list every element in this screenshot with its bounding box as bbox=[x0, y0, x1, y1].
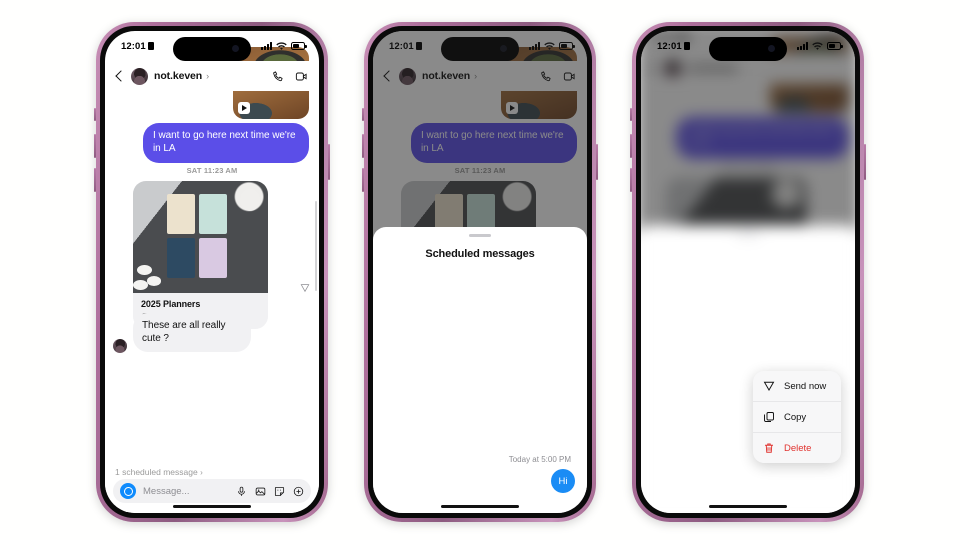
send-paper-plane-icon bbox=[763, 380, 775, 392]
context-menu: Send now Copy Delete bbox=[753, 371, 841, 463]
home-indicator bbox=[709, 504, 787, 508]
phone-1-screen: 12:01 not.keven › I want to go here next… bbox=[105, 31, 319, 513]
scheduled-message-bubble[interactable]: Hi bbox=[551, 469, 575, 493]
mute-switch[interactable] bbox=[362, 108, 364, 121]
link-preview-card[interactable]: 2025 Planners mochithings.com bbox=[133, 181, 268, 329]
sender-avatar bbox=[113, 339, 127, 353]
mute-switch[interactable] bbox=[630, 108, 632, 121]
incoming-message-bubble[interactable]: These are all really cute ? bbox=[133, 313, 251, 352]
phone-call-icon[interactable] bbox=[272, 70, 285, 83]
message-list[interactable]: 〜 I want to go here next time we're in L… bbox=[105, 47, 319, 513]
battery-icon bbox=[291, 42, 307, 50]
cellular-signal-icon bbox=[797, 42, 808, 50]
status-time-group: 12:01 bbox=[121, 41, 154, 52]
dynamic-island bbox=[709, 37, 787, 61]
volume-down-button[interactable] bbox=[94, 168, 96, 192]
sheet-grabber[interactable] bbox=[469, 234, 491, 237]
message-input[interactable]: Message... bbox=[143, 486, 189, 497]
phone-3-screen: 12:01 not.keven I want to go here next t… bbox=[641, 31, 855, 513]
status-time-group: 12:01 bbox=[657, 41, 690, 52]
context-menu-label: Copy bbox=[784, 411, 807, 423]
chat-header: not.keven › bbox=[105, 61, 319, 91]
header-actions bbox=[272, 70, 308, 83]
phone-2-bezel: 12:01 not.keven › bbox=[368, 26, 592, 518]
power-button[interactable] bbox=[328, 144, 330, 180]
scheduled-messages-sheet: Scheduled messages Today at 5:00 PM Hi bbox=[373, 227, 587, 513]
cellular-signal-icon bbox=[261, 42, 272, 50]
status-time: 12:01 bbox=[657, 40, 682, 52]
reel-play-icon bbox=[238, 102, 250, 114]
phone-3-bezel: 12:01 not.keven I want to go here next t… bbox=[636, 26, 860, 518]
volume-up-button[interactable] bbox=[362, 134, 364, 158]
video-call-icon[interactable] bbox=[295, 70, 308, 83]
lock-portrait-icon bbox=[147, 42, 154, 50]
phone-2: 12:01 not.keven › bbox=[362, 22, 598, 522]
power-button[interactable] bbox=[596, 144, 598, 180]
status-icons bbox=[797, 41, 843, 51]
photo-library-icon[interactable] bbox=[255, 486, 266, 497]
phone-3: 12:01 not.keven I want to go here next t… bbox=[630, 22, 866, 522]
volume-up-button[interactable] bbox=[94, 134, 96, 158]
phone-1-bezel: 12:01 not.keven › I want to go here next… bbox=[100, 26, 324, 518]
battery-icon bbox=[827, 42, 843, 50]
context-menu-label: Send now bbox=[784, 380, 827, 392]
plus-circle-icon[interactable] bbox=[293, 486, 304, 497]
status-time: 12:01 bbox=[121, 40, 146, 52]
phone-2-screen: 12:01 not.keven › bbox=[373, 31, 587, 513]
scrollbar[interactable] bbox=[315, 201, 317, 291]
sheet-title: Scheduled messages bbox=[425, 248, 535, 260]
context-menu-item-delete[interactable]: Delete bbox=[753, 432, 841, 463]
home-indicator bbox=[441, 504, 519, 508]
copy-icon bbox=[763, 411, 775, 423]
context-menu-item-send-now[interactable]: Send now bbox=[753, 371, 841, 401]
wifi-icon bbox=[812, 41, 823, 51]
context-menu-label: Delete bbox=[784, 442, 812, 454]
link-preview-title: 2025 Planners bbox=[141, 299, 201, 309]
scheduled-messages-link[interactable]: 1 scheduled message › bbox=[115, 467, 203, 477]
dynamic-island bbox=[173, 37, 251, 61]
chat-handle[interactable]: not.keven bbox=[154, 70, 202, 82]
camera-icon[interactable] bbox=[120, 483, 136, 499]
volume-up-button[interactable] bbox=[630, 134, 632, 158]
message-composer[interactable]: Message... bbox=[113, 479, 311, 503]
scheduled-messages-label: 1 scheduled message bbox=[115, 467, 198, 477]
status-icons bbox=[261, 41, 307, 51]
home-indicator bbox=[173, 504, 251, 508]
phone-1: 12:01 not.keven › I want to go here next… bbox=[94, 22, 330, 522]
mute-switch[interactable] bbox=[94, 108, 96, 121]
lock-portrait-icon bbox=[683, 42, 690, 50]
chevron-right-icon: › bbox=[206, 71, 210, 81]
composer-actions bbox=[236, 486, 304, 497]
wifi-icon bbox=[276, 41, 287, 51]
trash-icon bbox=[763, 442, 775, 454]
send-paper-plane-icon bbox=[300, 283, 313, 296]
scheduled-timestamp: Today at 5:00 PM bbox=[508, 455, 571, 464]
screenshot-stage: 12:01 not.keven › I want to go here next… bbox=[0, 0, 960, 540]
link-preview-image bbox=[133, 181, 268, 293]
sticker-icon[interactable] bbox=[274, 486, 285, 497]
microphone-icon[interactable] bbox=[236, 486, 247, 497]
back-chevron-icon[interactable] bbox=[115, 70, 127, 82]
outgoing-message-bubble[interactable]: I want to go here next time we're in LA bbox=[143, 123, 309, 164]
day-timestamp: SAT 11:23 AM bbox=[186, 166, 238, 175]
volume-down-button[interactable] bbox=[630, 168, 632, 192]
power-button[interactable] bbox=[864, 144, 866, 180]
chevron-right-icon: › bbox=[200, 468, 203, 477]
context-menu-item-copy[interactable]: Copy bbox=[753, 401, 841, 432]
volume-down-button[interactable] bbox=[362, 168, 364, 192]
profile-avatar[interactable] bbox=[131, 67, 148, 85]
